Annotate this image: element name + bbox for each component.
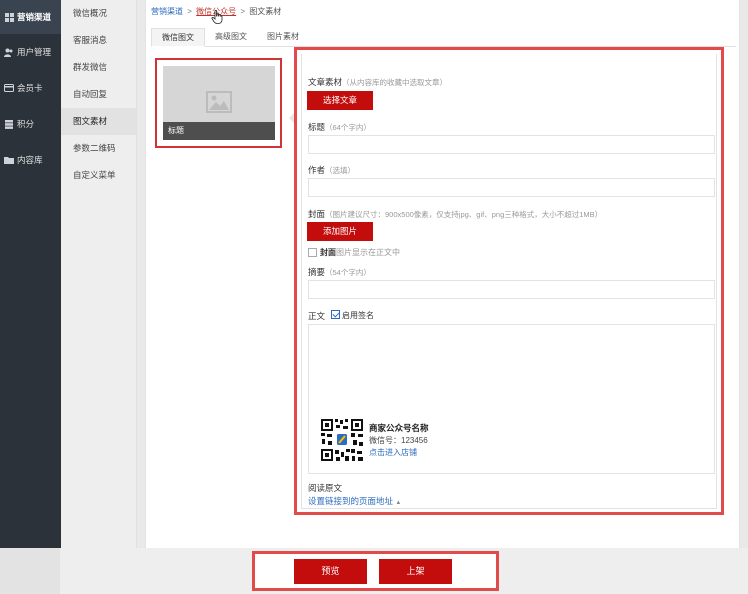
breadcrumb-separator: >: [187, 7, 192, 16]
article-preview-card[interactable]: 标题: [163, 66, 275, 140]
tab-wechat-article[interactable]: 微信图文: [151, 28, 205, 47]
tab-advanced-article[interactable]: 高级图文: [205, 28, 257, 47]
cover-in-body-text: 图片显示在正文中: [336, 248, 400, 257]
submenu-item-custom-menu[interactable]: 自定义菜单: [61, 162, 136, 189]
title-hint: （64个字内）: [325, 123, 371, 132]
folder-icon: [4, 155, 14, 165]
submenu-item-article-materials[interactable]: 图文素材: [61, 108, 136, 135]
cover-in-body-label: 封面图片显示在正文中: [320, 247, 400, 258]
summary-input[interactable]: [308, 280, 715, 299]
breadcrumb-marketing[interactable]: 营销渠道: [151, 7, 183, 16]
sidebar-item-label: 用户管理: [17, 47, 52, 57]
sidebar-item-membership-card[interactable]: 会员卡: [0, 70, 61, 106]
card-icon: [4, 83, 14, 93]
hand-cursor-icon: [211, 10, 223, 24]
preview-button[interactable]: 预览: [294, 559, 367, 584]
secondary-menu: 微信概况 客服消息 群发微信 自动回复 图文素材 参数二维码 自定义菜单: [61, 0, 137, 548]
breadcrumb-current: 图文素材: [249, 7, 282, 16]
signature-account-name: 商家公众号名称: [369, 423, 429, 433]
sidebar-item-label: 内容库: [17, 155, 43, 165]
author-label: 作者: [308, 165, 326, 175]
submenu-item-auto-reply[interactable]: 自动回复: [61, 81, 136, 108]
add-image-button[interactable]: 添加图片: [307, 222, 373, 241]
sidebar-item-users[interactable]: 用户管理: [0, 34, 61, 70]
summary-hint: （54个字内）: [325, 268, 371, 277]
submenu-item-mass-message[interactable]: 群发微信: [61, 54, 136, 81]
set-link-text: 设置链接到的页面地址: [308, 496, 394, 506]
signature-wechat-id: 微信号：123456: [369, 436, 428, 445]
submenu-item-overview[interactable]: 微信概况: [61, 0, 136, 27]
material-label: 文章素材: [308, 77, 343, 87]
set-link-toggle[interactable]: 设置链接到的页面地址 ▲: [308, 495, 401, 507]
sidebar-item-points[interactable]: 积分: [0, 106, 61, 142]
signature-store-link[interactable]: 点击进入店铺: [369, 447, 417, 458]
title-input[interactable]: [308, 135, 715, 154]
select-article-button[interactable]: 选择文章: [307, 91, 373, 110]
enable-signature-label: 启用签名: [342, 311, 374, 320]
chevron-up-icon: ▲: [395, 500, 402, 506]
sidebar-item-content-library[interactable]: 内容库: [0, 142, 61, 178]
submenu-item-customer-service[interactable]: 客服消息: [61, 27, 136, 54]
sidebar-item-label: 会员卡: [17, 83, 43, 93]
sidebar-item-marketing[interactable]: 营销渠道: [0, 0, 61, 34]
cover-label-row: 封面（图片建议尺寸：900x500像素，仅支持jpg、gif、png三种格式，大…: [308, 208, 602, 220]
sidebar-item-label: 营销渠道: [17, 12, 52, 22]
material-label-row: 文章素材（从内容库的收藏中选取文章）: [308, 76, 447, 88]
material-hint: （从内容库的收藏中选取文章）: [342, 78, 448, 87]
cover-label: 封面: [308, 209, 326, 219]
cover-hint: （图片建议尺寸：900x500像素，仅支持jpg、gif、png三种格式，大小不…: [325, 210, 603, 219]
grid-icon: [4, 12, 14, 22]
author-input[interactable]: [308, 178, 715, 197]
qr-code-icon: [320, 418, 364, 462]
image-placeholder-icon: [206, 91, 232, 113]
cover-in-body-checkbox[interactable]: [308, 248, 317, 257]
author-label-row: 作者（选填）: [308, 164, 355, 176]
title-label: 标题: [308, 122, 326, 132]
material-tabs: 微信图文 高级图文 图片素材: [151, 28, 736, 47]
users-icon: [4, 47, 14, 57]
coins-icon: [4, 119, 14, 129]
submenu-item-qr-code[interactable]: 参数二维码: [61, 135, 136, 162]
main-sidebar: 营销渠道 用户管理 会员卡 积分 内容库: [0, 0, 61, 548]
body-label: 正文: [308, 311, 326, 321]
summary-label-row: 摘要（54个字内）: [308, 266, 371, 278]
read-original-label: 阅读原文: [308, 483, 343, 493]
summary-label: 摘要: [308, 267, 326, 277]
cover-in-body-bold: 封面: [320, 248, 336, 257]
breadcrumb-separator: >: [240, 7, 246, 16]
author-hint: （选填）: [325, 166, 356, 175]
tab-image-material[interactable]: 图片素材: [257, 28, 309, 47]
publish-button[interactable]: 上架: [379, 559, 452, 584]
article-card-caption: 标题: [163, 122, 275, 140]
enable-signature-checkbox[interactable]: [331, 310, 340, 319]
title-label-row: 标题（64个字内）: [308, 121, 371, 133]
action-buttons-highlight: [252, 551, 499, 591]
sidebar-item-label: 积分: [17, 119, 35, 129]
